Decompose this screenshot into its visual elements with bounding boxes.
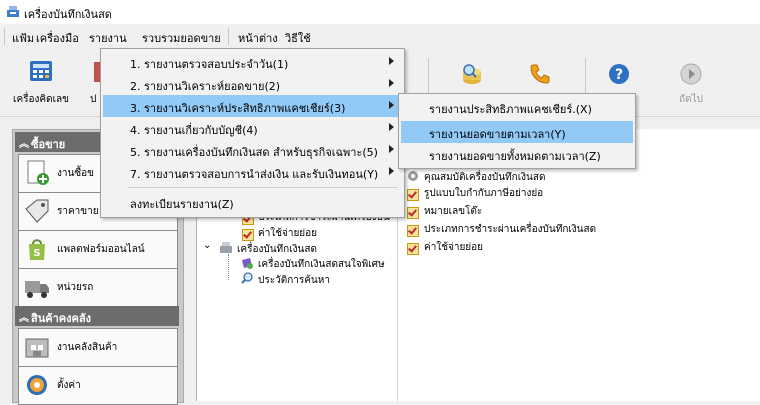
tree-item[interactable]: ประวัติการค้นหา: [258, 273, 330, 288]
tree-root[interactable]: เครื่องบันทึกเงินสด: [237, 242, 317, 257]
menu-item-label: 5. รายงานเครื่องบันทึกเงินสด สำหรับธุรกิ…: [130, 146, 378, 159]
group-title: ซื้อขาย: [31, 138, 66, 151]
reports-dropdown-menu: 1. รายงานตรวจสอบประจำวัน(1) 2. รายงานวิเ…: [100, 48, 405, 218]
submenu-arrow-icon: [389, 123, 394, 131]
menu-reports[interactable]: รายงาน: [89, 29, 127, 47]
sidebar-item-settings[interactable]: ตั้งค่า: [18, 366, 178, 405]
calculator-icon: [30, 61, 52, 81]
list-item[interactable]: ประเภทการชำระผ่านเครื่องบันทึกเงินสด: [424, 222, 596, 237]
submenu-item-label: รายงานยอดขายทั้งหมดตามเวลา(Z): [429, 150, 601, 163]
group-header-inventory[interactable]: ︽ สินค้าคงคลัง: [15, 306, 179, 326]
help-icon: ?: [609, 64, 629, 84]
gear-icon: [408, 171, 418, 181]
menu-item-label: 3. รายงานวิเคราะห์ประสิทธิภาพแคชเชียร์(3…: [130, 102, 346, 115]
sidebar-item-warehouse[interactable]: งานคลังสินค้า: [18, 328, 178, 367]
special-register-icon: [242, 258, 253, 269]
sidebar-item-label: ตั้งค่า: [57, 380, 81, 391]
submenu-item-total-sales-by-time[interactable]: รายงานยอดขายทั้งหมดตามเวลา(Z): [401, 143, 633, 165]
window-title: เครื่องบันทึกเงินสด: [24, 8, 112, 21]
menu-item-remittance-check-report[interactable]: 7. รายงานตรวจสอบการนำส่งเงิน และรับเงินท…: [103, 161, 402, 183]
sidebar-item-label: แพลตฟอร์มออนไลน์: [57, 244, 145, 255]
checkbox-icon: [407, 189, 419, 201]
submenu-arrow-icon: [389, 167, 394, 175]
submenu-item-label: รายงานประสิทธิภาพแคชเชียร์.(X): [429, 103, 592, 116]
sidebar-item-label: งานซื้อข: [57, 168, 94, 179]
menu-item-label: 2. รายงานวิเคราะห์ยอดขาย(2): [130, 80, 281, 93]
gear-icon: [27, 375, 47, 395]
tree-line: [228, 254, 230, 280]
search-history-icon: [241, 272, 253, 284]
checkbox-icon: [407, 225, 419, 237]
submenu-arrow-icon: [389, 79, 394, 87]
collapse-icon: ︽: [19, 139, 29, 150]
tree-item[interactable]: เครื่องบันทึกเงินสดสนใจพิเศษ: [258, 257, 385, 272]
collapse-icon: ︽: [19, 313, 29, 324]
list-item[interactable]: คุณสมบัติเครื่องบันทึกเงินสด: [424, 170, 545, 185]
cash-register-icon: [7, 6, 19, 17]
next-icon: [680, 63, 702, 85]
tree-collapse-icon[interactable]: ⌄: [203, 240, 211, 251]
menu-item-accounting-report[interactable]: 4. รายงานเกี่ยวกับบัญชี(4): [103, 117, 402, 139]
menu-separator: [128, 187, 398, 188]
calculator-button[interactable]: เครื่องคิดเลข: [4, 56, 78, 110]
sidebar-item-label: ราคาขาย: [57, 206, 99, 217]
svg-text:?: ?: [615, 67, 623, 83]
list-item[interactable]: รูปแบบใบกำกับภาษีอย่างย่อ: [424, 186, 543, 201]
svg-text:S: S: [33, 248, 40, 259]
submenu-item-cashier-performance[interactable]: รายงานประสิทธิภาพแคชเชียร์.(X): [401, 96, 633, 118]
partial-toolbar-button[interactable]: ป: [80, 56, 102, 110]
sidebar-item-label: งานคลังสินค้า: [57, 342, 118, 353]
price-tag-icon: [25, 199, 49, 223]
menu-tools[interactable]: เครื่องมือ: [36, 29, 79, 47]
submenu-arrow-icon: [389, 101, 394, 109]
phone-icon: [530, 64, 550, 84]
checkbox-icon: [407, 207, 419, 219]
menu-bar: แฟ้ม เครื่องมือ รายงาน รวบรวมยอดขาย หน้า…: [0, 24, 760, 48]
list-item[interactable]: ค่าใช้จ่ายย่อย: [424, 240, 483, 255]
checkbox-icon: [407, 243, 419, 255]
menu-file[interactable]: แฟ้ม: [12, 29, 34, 47]
menu-item-specific-business-report[interactable]: 5. รายงานเครื่องบันทึกเงินสด สำหรับธุรกิ…: [103, 139, 402, 161]
list-item[interactable]: หมายเลขโต๊ะ: [424, 204, 482, 219]
shopping-bag-icon: S: [29, 239, 45, 260]
submenu-arrow-icon: [389, 145, 394, 153]
next-button[interactable]: ถัดไป: [668, 56, 714, 110]
sidebar-item-label: หน่วยรถ: [57, 282, 94, 293]
calculator-label: เครื่องคิดเลข: [13, 94, 69, 105]
cashier-performance-submenu: รายงานประสิทธิภาพแคชเชียร์.(X) รายงานยอด…: [398, 93, 636, 169]
menu-window[interactable]: หน้าต่าง: [238, 29, 278, 47]
warehouse-icon: [25, 338, 49, 358]
menu-sales-summary[interactable]: รวบรวมยอดขาย: [142, 29, 221, 47]
submenu-item-sales-by-time[interactable]: รายงานยอดขายตามเวลา(Y): [401, 121, 633, 143]
menu-item-cashier-performance-report[interactable]: 3. รายงานวิเคราะห์ประสิทธิภาพแคชเชียร์(3…: [103, 95, 402, 117]
sidebar-item-vehicle-unit[interactable]: หน่วยรถ: [18, 268, 178, 307]
menu-item-label: 7. รายงานตรวจสอบการนำส่งเงิน และรับเงินท…: [130, 168, 379, 181]
menu-item-register-report[interactable]: ลงทะเบียนรายงาน(Z): [103, 191, 402, 213]
menu-item-label: ลงทะเบียนรายงาน(Z): [130, 198, 234, 211]
submenu-item-label: รายงานยอดขายตามเวลา(Y): [429, 128, 566, 141]
document-add-icon: [27, 160, 49, 185]
partial-toolbar-label: ป: [90, 94, 97, 105]
title-bar: เครื่องบันทึกเงินสด: [0, 0, 760, 25]
menu-item-daily-check-report[interactable]: 1. รายงานตรวจสอบประจำวัน(1): [103, 51, 402, 73]
checkbox-icon: [242, 229, 254, 241]
submenu-arrow-icon: [389, 57, 394, 65]
cash-register-icon: [220, 242, 232, 253]
search-database-icon: [463, 64, 481, 84]
next-label: ถัดไป: [679, 94, 703, 105]
menu-item-label: 4. รายงานเกี่ยวกับบัญชี(4): [130, 124, 258, 137]
menu-grip: [4, 28, 5, 45]
group-title: สินค้าคงคลัง: [31, 312, 91, 325]
tree-item[interactable]: ค่าใช้จ่ายย่อย: [258, 226, 317, 241]
truck-icon: [25, 281, 49, 298]
menu-help[interactable]: วิธีใช้: [285, 29, 311, 47]
menu-separator: [228, 28, 229, 45]
sidebar-item-online-platform[interactable]: S แพลตฟอร์มออนไลน์: [18, 230, 178, 269]
menu-item-label: 1. รายงานตรวจสอบประจำวัน(1): [130, 58, 289, 71]
menu-item-sales-analysis-report[interactable]: 2. รายงานวิเคราะห์ยอดขาย(2): [103, 73, 402, 95]
